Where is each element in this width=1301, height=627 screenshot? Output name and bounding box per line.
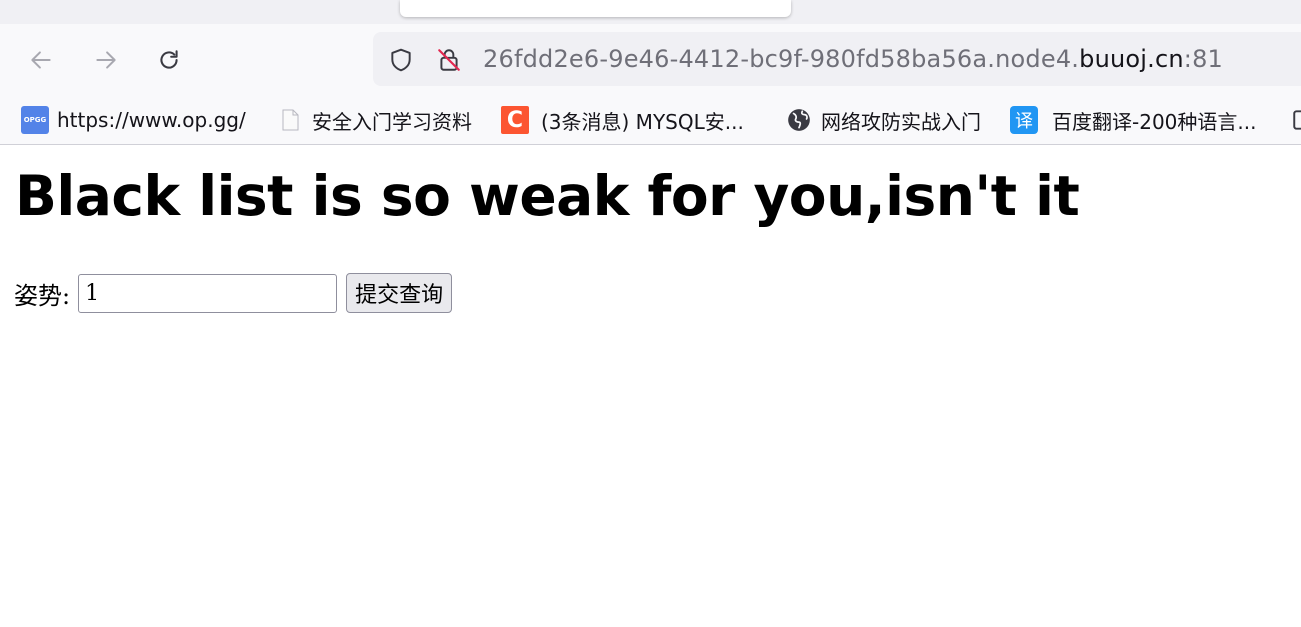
address-bar[interactable]: 26fdd2e6-9e46-4412-bc9f-980fd58ba56a.nod…	[373, 32, 1301, 86]
inject-input[interactable]	[78, 273, 338, 313]
url-prefix: 26fdd2e6-9e46-4412-bc9f-980fd58ba56a.nod…	[483, 45, 1080, 73]
bookmark-baidu-translate[interactable]: 译 百度翻译-200种语言...	[1010, 104, 1256, 136]
shield-icon[interactable]	[387, 46, 415, 74]
reload-icon	[160, 50, 178, 69]
bookmark-label: 安全入门学习资料	[312, 109, 472, 134]
submit-button[interactable]: 提交查询	[346, 273, 453, 313]
back-button[interactable]	[25, 44, 57, 76]
bookmark-label: https://www.op.gg/	[57, 108, 246, 132]
insecure-lock-icon[interactable]	[435, 46, 463, 74]
reload-button[interactable]	[153, 44, 185, 76]
query-form: 姿势: 提交查询	[14, 273, 453, 313]
bookmark-label: 网络攻防实战入门	[821, 109, 981, 134]
bookmark-label: 百度翻译-200种语言...	[1052, 109, 1257, 134]
csdn-icon: C	[501, 106, 529, 134]
bookmark-opgg[interactable]: OPGG https://www.op.gg/	[21, 104, 246, 136]
arrow-right-icon	[96, 51, 116, 69]
url-port: :81	[1183, 45, 1224, 73]
bookmark-csdn-mysql[interactable]: C (3条消息) MYSQL安...	[501, 104, 744, 136]
field-label: 姿势:	[14, 281, 71, 310]
forward-button[interactable]	[90, 44, 122, 76]
active-tab[interactable]	[400, 0, 791, 17]
url-domain: buuoj.cn	[1079, 45, 1184, 73]
navigation-bar: 26fdd2e6-9e46-4412-bc9f-980fd58ba56a.nod…	[0, 24, 1301, 96]
opgg-icon: OPGG	[21, 106, 49, 134]
globe-icon	[785, 106, 813, 134]
bookmark-network-attack-defense[interactable]: 网络攻防实战入门	[785, 104, 981, 136]
arrow-left-icon	[31, 51, 51, 69]
page-content: Black list is so weak for you,isn't it 姿…	[0, 146, 1301, 627]
bookmark-security-materials[interactable]: 安全入门学习资料	[276, 104, 472, 136]
folder-icon	[1290, 106, 1301, 134]
bookmark-overflow[interactable]	[1290, 104, 1301, 136]
tab-strip	[0, 0, 1301, 24]
url-text[interactable]: 26fdd2e6-9e46-4412-bc9f-980fd58ba56a.nod…	[483, 45, 1223, 73]
translate-icon: 译	[1010, 106, 1038, 134]
page-heading: Black list is so weak for you,isn't it	[15, 164, 1080, 228]
bookmarks-bar: OPGG https://www.op.gg/ 安全入门学习资料 C (3条消息…	[0, 96, 1301, 145]
bookmark-label: (3条消息) MYSQL安...	[541, 109, 744, 134]
page-icon	[276, 106, 304, 134]
